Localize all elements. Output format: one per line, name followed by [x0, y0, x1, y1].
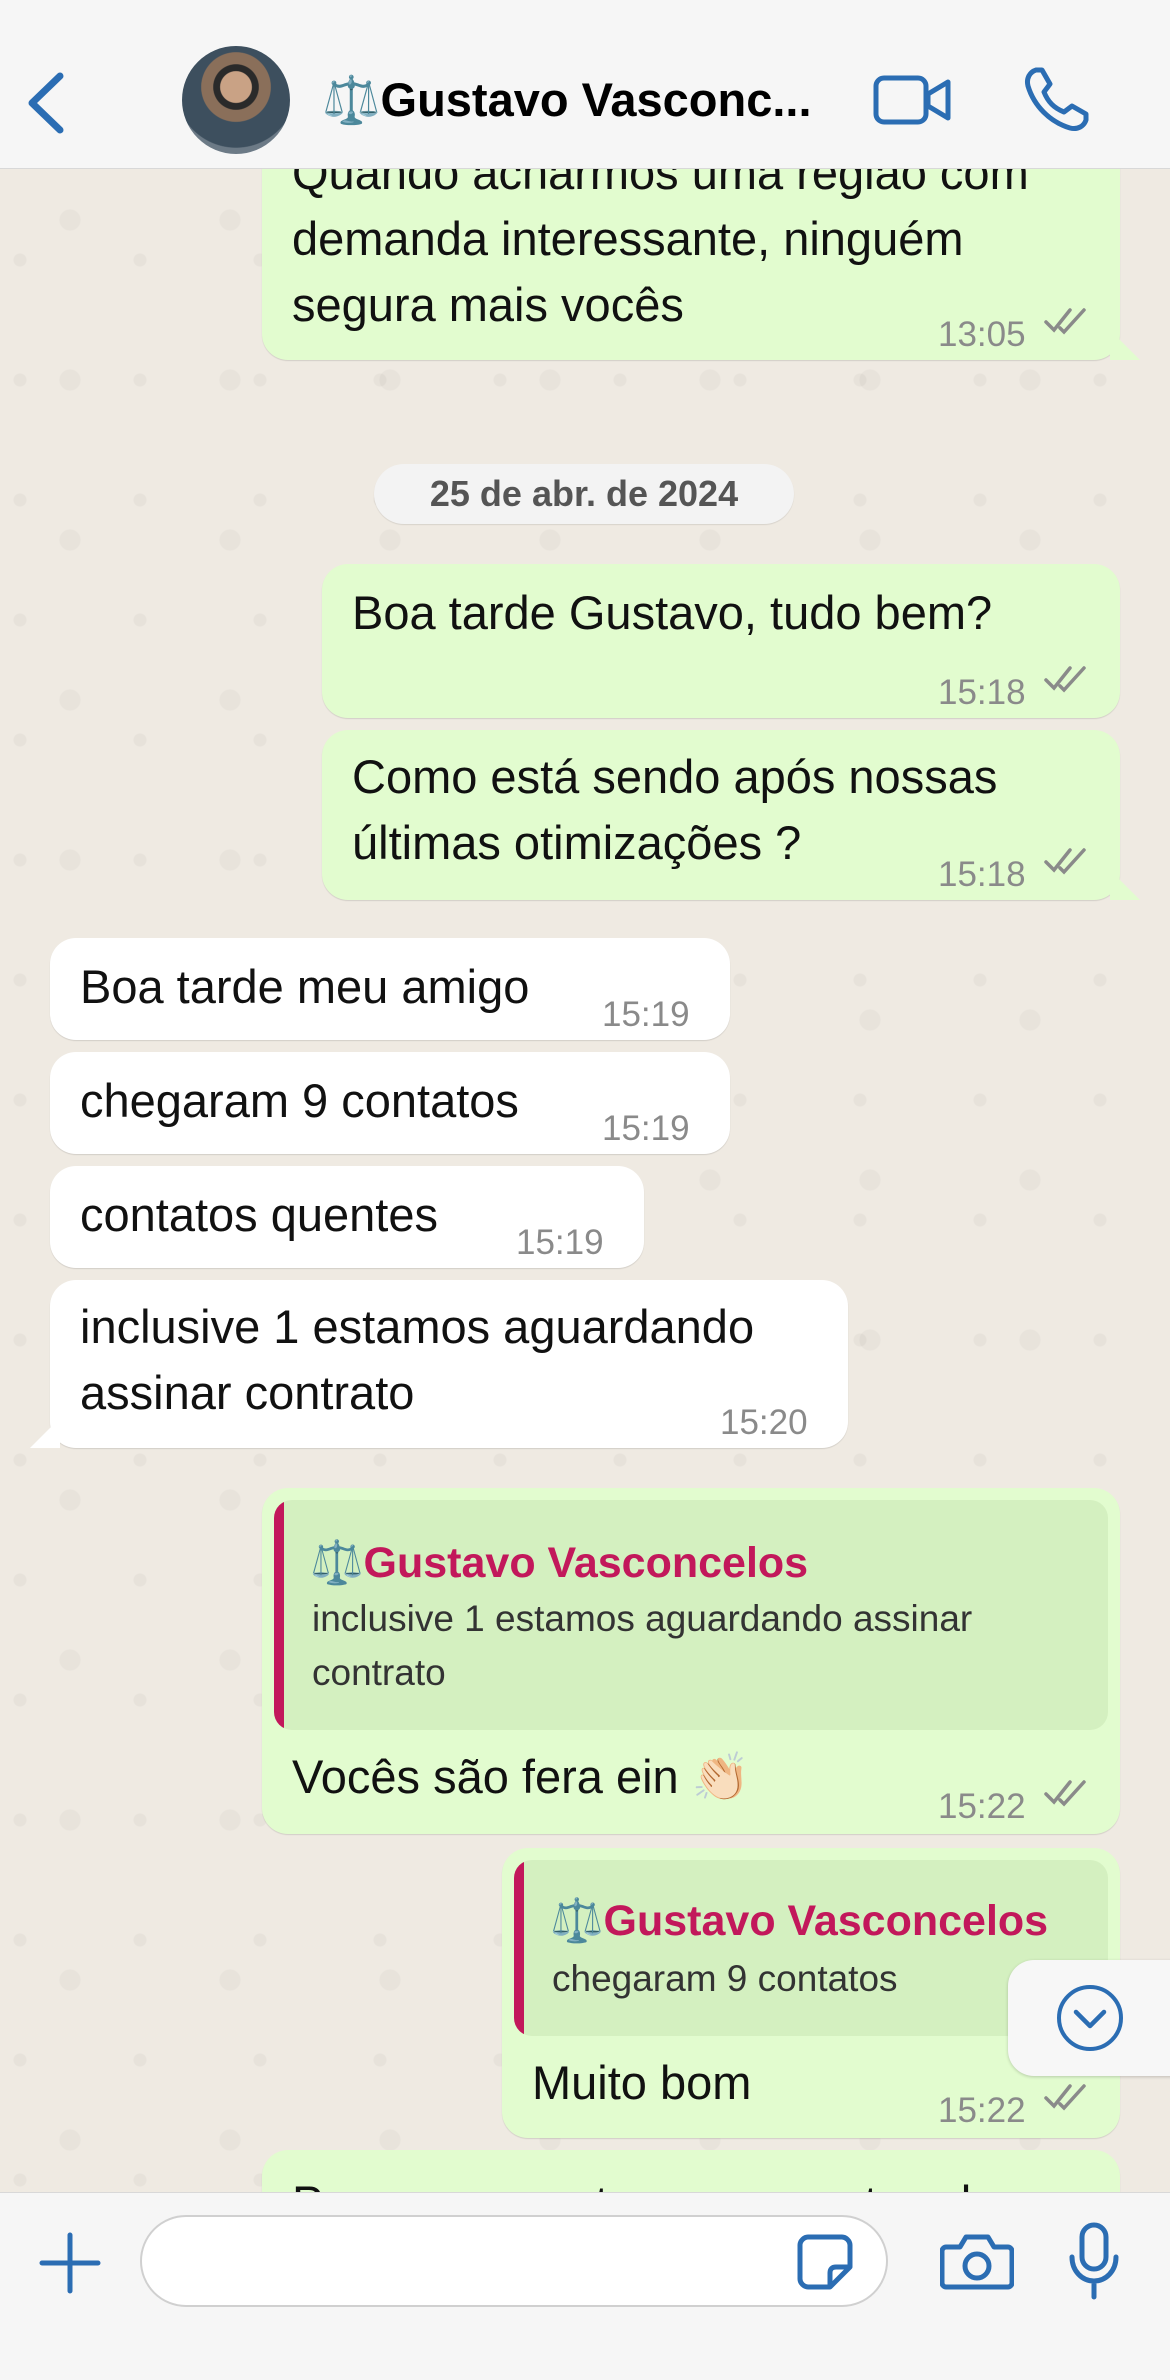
voice-call-button[interactable] — [1022, 64, 1092, 134]
quoted-message[interactable]: ⚖️Gustavo Vasconcelos inclusive 1 estamo… — [274, 1500, 1108, 1730]
chevron-down-icon — [1057, 1985, 1123, 2051]
double-check-icon — [1044, 2084, 1086, 2111]
message-time: 15:19 — [602, 995, 690, 1034]
quote-accent-bar — [514, 1860, 524, 2036]
double-check-icon — [1044, 666, 1086, 693]
message-text-line: Como está sendo após nossas — [352, 750, 998, 803]
attach-button[interactable] — [38, 2231, 102, 2295]
message-time: 15:20 — [720, 1403, 808, 1442]
microphone-icon — [1069, 2222, 1119, 2300]
quote-text-line: contrato — [312, 1652, 446, 1693]
message-time: 15:18 — [938, 673, 1026, 712]
message-text: Muito bom — [532, 2056, 752, 2109]
message-text: Boa tarde Gustavo, tudo bem? — [352, 586, 993, 639]
message-bubble-incoming[interactable]: Boa tarde meu amigo 15:19 — [50, 938, 730, 1040]
chat-header: ⚖️Gustavo Vasconc... — [0, 0, 1170, 169]
message-bubble-incoming[interactable]: inclusive 1 estamos aguardando assinar c… — [50, 1280, 848, 1448]
scroll-to-bottom-button[interactable] — [1008, 1960, 1170, 2076]
message-text-line: assinar contrato — [80, 1366, 415, 1419]
sticker-button[interactable] — [796, 2233, 854, 2291]
quote-author: ⚖️Gustavo Vasconcelos — [550, 1897, 1049, 1945]
camera-button[interactable] — [939, 2231, 1015, 2291]
avatar[interactable] — [182, 46, 290, 154]
video-camera-icon — [873, 75, 951, 125]
quote-text: chegaram 9 contatos — [552, 1958, 898, 1999]
message-text-line: últimas otimizações ? — [352, 816, 802, 869]
message-bubble-incoming[interactable]: chegaram 9 contatos 15:19 — [50, 1052, 730, 1154]
message-text-line: inclusive 1 estamos aguardando — [80, 1300, 755, 1353]
video-call-button[interactable] — [872, 70, 952, 130]
composer-bar — [0, 2192, 1170, 2380]
message-time: 15:22 — [938, 2091, 1026, 2130]
plus-icon — [39, 2232, 101, 2294]
date-separator: 25 de abr. de 2024 — [374, 464, 794, 524]
message-text: chegaram 9 contatos — [80, 1074, 519, 1127]
message-bubble-outgoing[interactable]: Boa tarde Gustavo, tudo bem? 15:18 — [322, 564, 1120, 718]
message-bubble-outgoing[interactable]: ⚖️Gustavo Vasconcelos inclusive 1 estamo… — [262, 1488, 1120, 1834]
back-chevron-icon — [28, 72, 64, 134]
message-time: 13:05 — [938, 315, 1026, 354]
message-text-line: demanda interessante, ninguém — [292, 212, 964, 265]
phone-icon — [1025, 67, 1089, 131]
message-bubble-outgoing[interactable]: Como está sendo após nossas últimas otim… — [322, 730, 1120, 900]
quote-text-line: inclusive 1 estamos aguardando assinar — [312, 1598, 973, 1639]
message-text: Vocês são fera ein 👏🏻 — [292, 1750, 751, 1803]
double-check-icon — [1044, 848, 1086, 875]
message-time: 15:19 — [516, 1223, 604, 1262]
double-check-icon — [1044, 308, 1086, 335]
message-input[interactable] — [140, 2215, 888, 2307]
message-bubble-incoming[interactable]: contatos quentes 15:19 — [50, 1166, 644, 1268]
message-time: 15:22 — [938, 1787, 1026, 1826]
message-text: Boa tarde meu amigo — [80, 960, 530, 1013]
back-button[interactable] — [22, 68, 72, 138]
message-text: contatos quentes — [80, 1188, 438, 1241]
message-time: 15:18 — [938, 855, 1026, 894]
contact-name[interactable]: ⚖️Gustavo Vasconc... — [322, 72, 842, 128]
sticker-icon — [797, 2234, 853, 2290]
message-time: 15:19 — [602, 1109, 690, 1148]
quote-accent-bar — [274, 1500, 284, 1730]
quote-author: ⚖️Gustavo Vasconcelos — [310, 1539, 809, 1587]
message-text-line: segura mais vocês — [292, 278, 684, 331]
double-check-icon — [1044, 1780, 1086, 1807]
microphone-button[interactable] — [1066, 2221, 1122, 2301]
camera-icon — [939, 2234, 1015, 2290]
